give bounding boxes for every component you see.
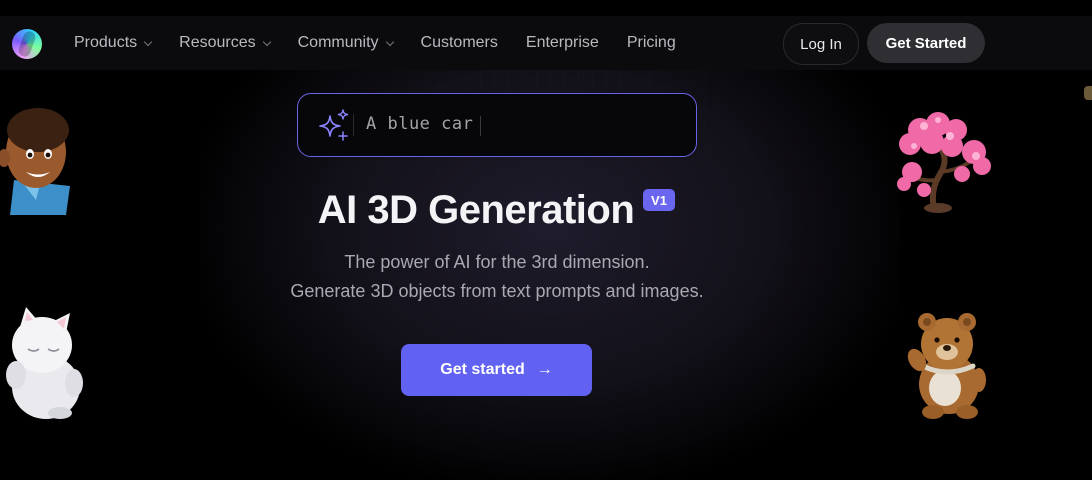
top-nav: Products Resources Community Customers E… [0, 16, 1092, 70]
boy-avatar-model [0, 108, 70, 215]
hero-subtitle-line-2: Generate 3D objects from text prompts an… [290, 281, 704, 301]
nav-item-community[interactable]: Community [297, 34, 394, 52]
partial-model-edge [1084, 86, 1092, 100]
get-started-nav-button[interactable]: Get Started [867, 23, 985, 63]
nav-links: Products Resources Community Customers E… [74, 16, 704, 70]
nav-item-label: Pricing [626, 34, 676, 51]
nav-item-label: Community [297, 34, 379, 51]
page-title: AI 3D Generation [317, 188, 635, 232]
chevron-down-icon [262, 37, 271, 46]
prompt-input[interactable]: A blue car [297, 93, 697, 157]
get-started-button[interactable]: Get started → [401, 344, 592, 396]
nav-item-label: Resources [179, 34, 256, 51]
login-button[interactable]: Log In [783, 23, 859, 65]
nav-item-pricing[interactable]: Pricing [627, 34, 676, 52]
chevron-down-icon [385, 37, 394, 46]
nav-item-label: Customers [420, 34, 498, 51]
chevron-down-icon [143, 37, 153, 46]
nav-item-label: Enterprise [525, 34, 599, 51]
nav-item-customers[interactable]: Customers [421, 34, 498, 52]
version-badge: V1 [643, 189, 675, 211]
sparkle-icon [319, 109, 349, 141]
nav-item-products[interactable]: Products [74, 34, 153, 52]
logo[interactable] [12, 29, 42, 59]
prompt-text: A blue car [366, 114, 474, 134]
teddy-bear-model [907, 313, 986, 419]
cta-label: Get started [440, 361, 525, 378]
nav-item-enterprise[interactable]: Enterprise [526, 34, 599, 52]
nav-item-label: Products [74, 34, 138, 51]
text-caret [480, 116, 481, 136]
nav-item-resources[interactable]: Resources [179, 34, 271, 52]
hero-subtitle-line-1: The power of AI for the 3rd dimension. [344, 252, 650, 272]
white-cat-model [6, 307, 83, 419]
cherry-blossom-tree-model [897, 112, 991, 213]
arrow-right-icon: → [536, 361, 553, 378]
prompt-divider [353, 114, 354, 136]
